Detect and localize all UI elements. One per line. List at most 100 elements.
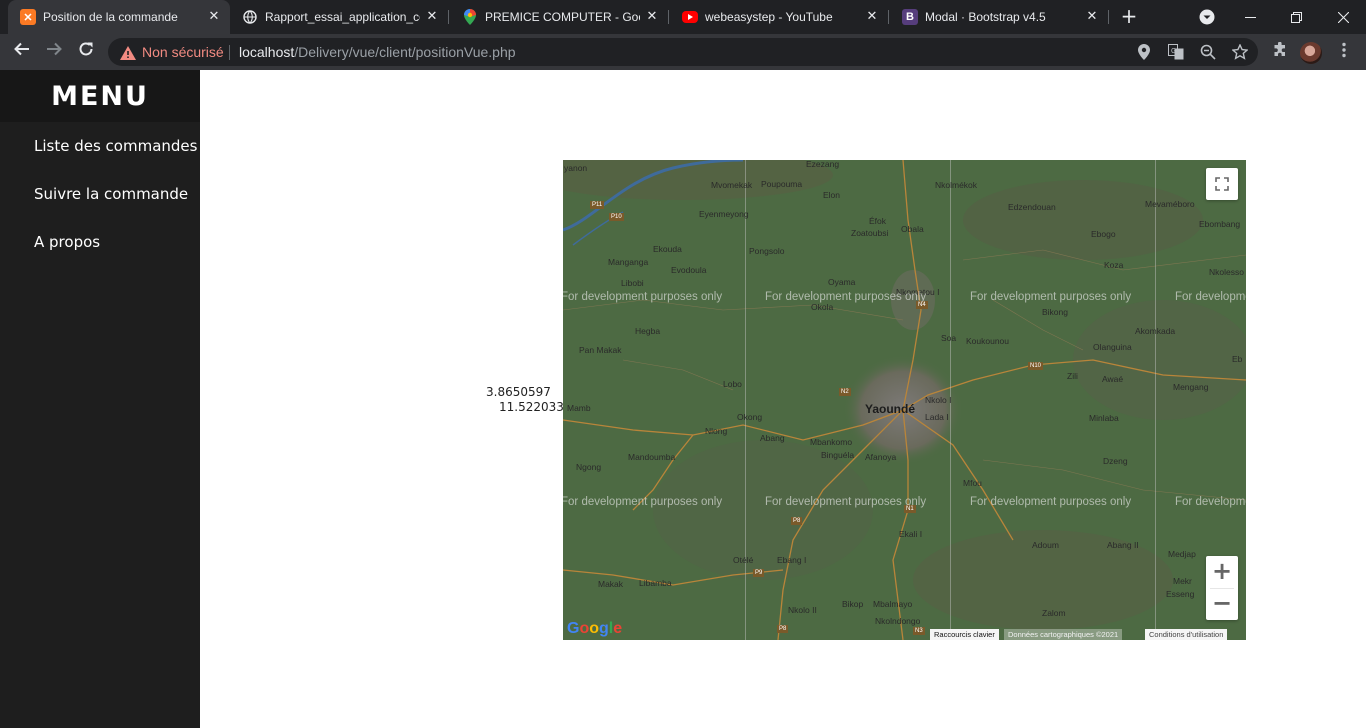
url-host: localhost [239, 44, 295, 60]
omnibox-divider [229, 45, 230, 60]
address-bar[interactable]: Non sécurisé localhost/Delivery/vue/clie… [108, 38, 1258, 66]
map-label: Okong [737, 412, 763, 422]
forward-button[interactable] [42, 40, 66, 64]
zoom-icon[interactable] [1200, 44, 1216, 60]
map-label: Lada I [925, 412, 949, 422]
map-label: Ngong [576, 462, 602, 472]
road-shield: P8 [791, 517, 803, 525]
road-shield: P8 [777, 625, 789, 633]
map-label: Nkolesso [1209, 267, 1244, 277]
map-label: Abang II [1107, 540, 1139, 550]
tab-youtube[interactable]: webeasystep - YouTube ✕ [670, 0, 888, 34]
translate-icon[interactable]: G [1168, 44, 1184, 60]
tab-title: Position de la commande [43, 10, 178, 24]
map-label: Evodoula [671, 265, 707, 275]
dev-watermark: For development purposes only [765, 291, 927, 303]
close-tab-icon[interactable]: ✕ [425, 8, 439, 24]
url-path: /Delivery/vue/client/positionVue.php [294, 44, 516, 60]
map-label: Edzendouan [1008, 202, 1056, 212]
security-label[interactable]: Non sécurisé [142, 44, 224, 60]
more-menu-icon[interactable] [1334, 42, 1354, 62]
map-label: Ekali I [899, 529, 923, 539]
google-map[interactable]: Ezezang Mvomekak Poupouma Nkolmékok Edze… [563, 160, 1246, 640]
close-tab-icon[interactable]: ✕ [207, 8, 221, 24]
close-tab-icon[interactable]: ✕ [865, 8, 879, 24]
map-label: Ebang I [777, 555, 807, 565]
url-text[interactable]: localhost/Delivery/vue/client/positionVu… [239, 44, 516, 60]
close-window-button[interactable] [1320, 0, 1366, 34]
map-label: Oyama [828, 277, 856, 287]
close-tab-icon[interactable]: ✕ [645, 8, 659, 24]
map-label: Mbalmayo [873, 599, 913, 609]
restore-button[interactable] [1273, 0, 1319, 34]
extensions-puzzle-icon[interactable] [1270, 41, 1290, 62]
tab-position-commande[interactable]: ✕ Position de la commande ✕ [8, 0, 230, 34]
warning-icon[interactable] [120, 45, 136, 64]
map-label: Zalom [1042, 608, 1066, 618]
map-label: Éfok [869, 216, 887, 226]
tab-separator [448, 10, 449, 24]
map-label: Ekouda [653, 244, 682, 254]
close-tab-icon[interactable]: ✕ [1085, 8, 1099, 24]
tab-search-button[interactable] [1184, 0, 1230, 34]
dev-watermark: For development purposes only [970, 496, 1132, 508]
sidebar-item-suivre-commande[interactable]: Suivre la commande [34, 185, 188, 203]
zoom-out-button[interactable]: − [1206, 588, 1238, 620]
fullscreen-button[interactable] [1206, 168, 1238, 200]
tab-bootstrap-modal[interactable]: B Modal · Bootstrap v4.5 ✕ [890, 0, 1108, 34]
map-label: Elon [823, 190, 841, 200]
map-label: Libobi [621, 278, 644, 288]
map-label: Pan Makak [579, 345, 622, 355]
reload-button[interactable] [74, 40, 98, 64]
dev-watermark: For development purposes only [765, 496, 927, 508]
arrow-left-icon [14, 42, 29, 56]
map-label: Nkolo II [788, 605, 817, 615]
reload-icon [79, 42, 93, 56]
back-button[interactable] [10, 40, 34, 64]
map-label: Lobo [723, 379, 742, 389]
terms-of-use-link[interactable]: Conditions d'utilisation [1145, 629, 1228, 640]
map-label: Adoum [1032, 540, 1059, 550]
map-label: Mandoumba [628, 452, 676, 462]
map-label: Dzeng [1103, 456, 1128, 466]
map-label: Obala [901, 224, 924, 234]
tab-rapport[interactable]: Rapport_essai_application_co ✕ [230, 0, 448, 34]
close-icon [1337, 11, 1349, 23]
browser-toolbar: Non sécurisé localhost/Delivery/vue/clie… [0, 34, 1366, 70]
zoom-controls: + − [1206, 556, 1238, 620]
tab-title: webeasystep - YouTube [705, 10, 833, 24]
profile-avatar[interactable] [1300, 42, 1322, 64]
map-label: Koza [1104, 260, 1124, 270]
map-label: Okola [811, 302, 834, 312]
location-pin-icon[interactable] [1136, 44, 1152, 60]
road-shield: N3 [913, 627, 925, 635]
map-label: Abang [760, 433, 785, 443]
map-label: Soa [941, 333, 957, 343]
bootstrap-icon: B [902, 9, 918, 25]
tab-separator [668, 10, 669, 24]
zoom-in-button[interactable]: + [1206, 556, 1238, 588]
keyboard-shortcuts-link[interactable]: Raccourcis clavier [930, 629, 999, 640]
minimize-button[interactable] [1227, 0, 1273, 34]
dev-watermark: For development purposes only [1175, 496, 1246, 508]
map-city-label: Yaoundé [865, 402, 916, 416]
sidebar-item-liste-commandes[interactable]: Liste des commandes [34, 137, 197, 155]
bookmark-star-icon[interactable] [1231, 43, 1249, 60]
new-tab-button[interactable]: + [1118, 6, 1140, 28]
google-logo[interactable]: Google [567, 620, 622, 638]
latitude-value: 3.8650597 [486, 385, 551, 399]
map-label: Koukounou [966, 336, 1010, 346]
map-label: Manganga [608, 257, 649, 267]
road-shield: N2 [839, 388, 851, 396]
menu-heading: MENU [0, 70, 200, 122]
tab-title: Rapport_essai_application_co [265, 10, 420, 24]
road-shield: P10 [609, 213, 624, 221]
map-label: Nkolndongo [875, 616, 921, 626]
chevron-down-icon [1199, 9, 1215, 25]
map-label: Zili [1067, 371, 1078, 381]
sidebar-item-a-propos[interactable]: A propos [34, 233, 100, 251]
map-label: Afanoya [865, 452, 897, 462]
map-label: Hegba [635, 326, 661, 336]
tab-premice-maps[interactable]: PREMICE COMPUTER - Googl ✕ [450, 0, 668, 34]
map-label: Ebombang [1199, 219, 1241, 229]
